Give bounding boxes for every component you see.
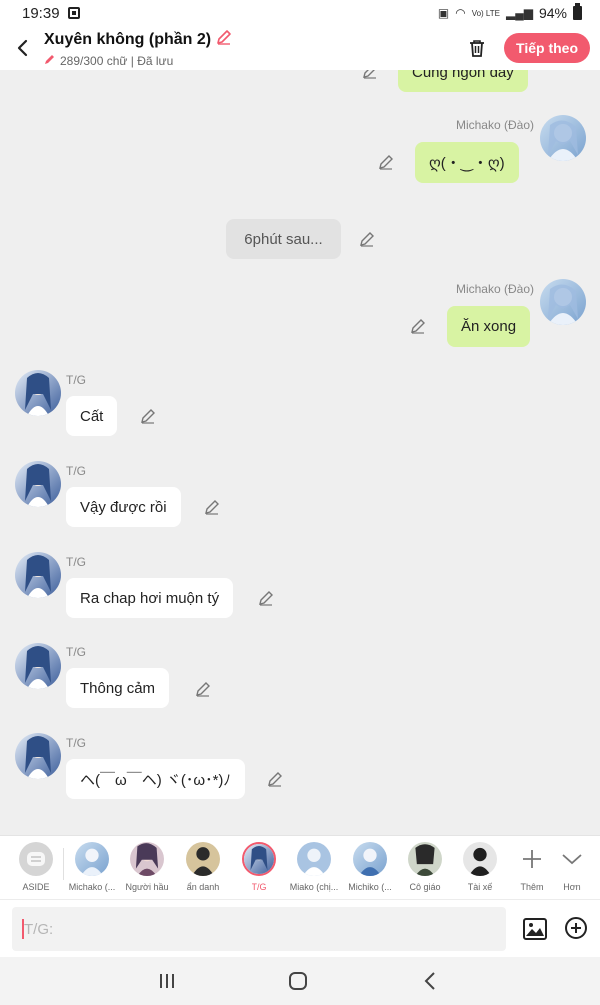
edit-icon[interactable] (203, 498, 221, 516)
notification-icon (67, 7, 80, 19)
wifi-icon: ◠ (455, 6, 466, 20)
character-label: Michako (... (68, 882, 116, 892)
sender-name: T/G (66, 736, 86, 750)
avatar (242, 842, 276, 876)
avatar[interactable] (15, 461, 61, 507)
character-michako[interactable]: Michako (... (64, 842, 120, 892)
character-label: T/G (251, 882, 267, 892)
message-bubble[interactable]: Cũng ngon đấy (398, 70, 528, 92)
text-cursor (22, 919, 24, 939)
avatar[interactable] (15, 552, 61, 598)
image-icon[interactable] (522, 916, 548, 942)
sender-name: Michako (Đào) (455, 118, 534, 132)
word-count-status: 289/300 chữ | Đã lưu (60, 53, 174, 68)
avatar (75, 842, 109, 876)
status-bar: 19:39 ▣ ◠ Vo) LTE ▂▄▆ 94% (0, 0, 600, 26)
character-aside[interactable]: ASIDE (8, 842, 64, 892)
sender-name: T/G (66, 373, 86, 387)
more-characters-button[interactable]: Hơn (544, 842, 600, 892)
character-co-giao[interactable]: Cô giáo (397, 842, 453, 892)
input-bar (0, 899, 600, 957)
character-tai-xe[interactable]: Tài xế (452, 842, 508, 892)
avatar[interactable] (15, 370, 61, 416)
character-label: ẩn danh (186, 882, 220, 892)
sender-name: Michako (Đào) (455, 282, 534, 296)
story-title: Xuyên không (phần 2) (44, 30, 212, 48)
character-bar: ASIDE Michako (... Người hầu ẩn danh T/G… (0, 835, 600, 899)
character-label: Hơn (563, 882, 581, 892)
message-bubble[interactable]: Ra chap hơi muộn tý (66, 578, 234, 618)
avatar[interactable] (15, 643, 61, 689)
home-icon[interactable] (286, 969, 310, 993)
message-bubble[interactable]: Cất (66, 396, 118, 436)
avatar (463, 842, 497, 876)
message-bubble[interactable]: Vậy được rồi (66, 487, 181, 527)
battery-percent: 94% (538, 5, 567, 21)
edit-icon[interactable] (361, 70, 379, 80)
edit-icon[interactable] (409, 317, 427, 335)
system-nav-bar (0, 957, 600, 1005)
signal-icon: ▂▄▆ (506, 6, 533, 20)
header: Xuyên không (phần 2) 289/300 chữ | Đã lư… (0, 26, 600, 70)
pen-icon (44, 53, 56, 68)
avatar (297, 842, 331, 876)
chat-area[interactable]: Cũng ngon đấy Michako (Đào) ღ(・‿・ღ) 6phú… (0, 70, 600, 835)
message-input[interactable] (12, 907, 506, 951)
aside-icon (19, 842, 53, 876)
edit-icon[interactable] (194, 680, 212, 698)
edit-icon[interactable] (139, 407, 157, 425)
avatar (130, 842, 164, 876)
character-label: Người hầu (125, 882, 169, 892)
character-tg[interactable]: T/G (231, 842, 287, 892)
character-label: Thêm (520, 882, 544, 892)
message-bubble[interactable]: Ăn xong (447, 306, 531, 347)
character-label: ASIDE (22, 882, 50, 892)
edit-icon[interactable] (266, 770, 284, 788)
avatar (353, 842, 387, 876)
character-nguoi-hau[interactable]: Người hầu (119, 842, 175, 892)
message-bubble[interactable]: ヘ(￣ω￣ヘ) ヾ(･ω･*)ﾉ (66, 759, 245, 799)
status-time: 19:39 (22, 4, 60, 22)
lock-icon: ▣ (437, 6, 450, 20)
nav-back-icon[interactable] (418, 969, 442, 993)
character-label: Tài xế (467, 882, 493, 892)
trash-icon[interactable] (466, 37, 488, 59)
edit-icon[interactable] (358, 230, 376, 248)
character-michiko[interactable]: Michiko (... (342, 842, 398, 892)
edit-icon[interactable] (377, 153, 395, 171)
avatar (186, 842, 220, 876)
narration-bubble[interactable]: 6phút sau... (226, 219, 341, 259)
character-label: Cô giáo (409, 882, 441, 892)
title-block: Xuyên không (phần 2) 289/300 chữ | Đã lư… (44, 28, 233, 68)
recents-icon[interactable] (155, 969, 179, 993)
plus-circle-icon[interactable] (564, 916, 588, 940)
network-label: Vo) LTE (471, 8, 500, 18)
battery-icon (573, 3, 582, 20)
avatar (408, 842, 442, 876)
next-button[interactable]: Tiếp theo (504, 33, 590, 63)
character-an-danh[interactable]: ẩn danh (175, 842, 231, 892)
avatar[interactable] (540, 279, 586, 325)
message-bubble[interactable]: Thông cảm (66, 668, 170, 708)
back-icon[interactable] (12, 36, 32, 60)
edit-icon[interactable] (257, 589, 275, 607)
avatar[interactable] (540, 115, 586, 161)
sender-name: T/G (66, 555, 86, 569)
sender-name: T/G (66, 464, 86, 478)
pencil-icon[interactable] (215, 28, 233, 51)
message-bubble[interactable]: ღ(・‿・ღ) (415, 142, 519, 183)
avatar[interactable] (15, 733, 61, 779)
character-label: Miako (chị... (289, 882, 339, 892)
character-label: Michiko (... (348, 882, 392, 892)
chevron-down-icon (555, 842, 589, 876)
character-miako[interactable]: Miako (chị... (286, 842, 342, 892)
sender-name: T/G (66, 645, 86, 659)
